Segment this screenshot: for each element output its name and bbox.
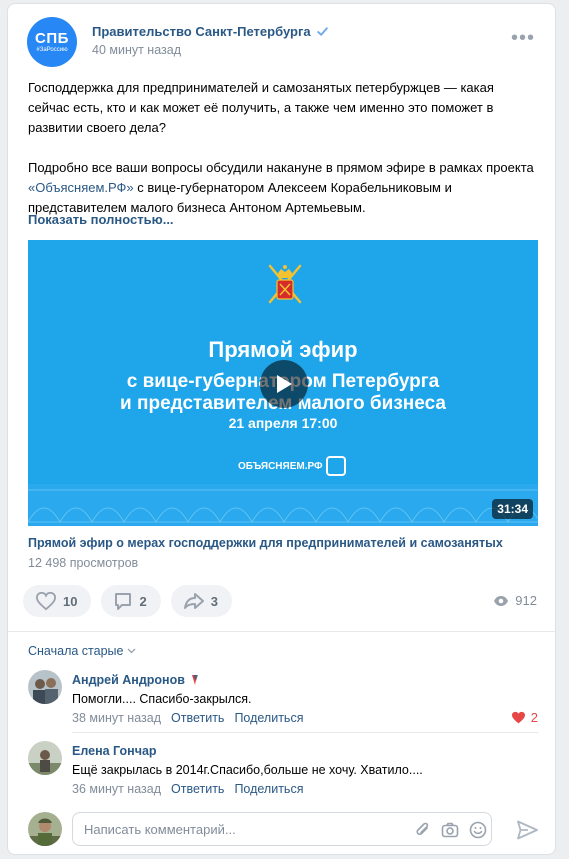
comment-count: 2 <box>139 593 147 609</box>
comment-meta: 38 минут назад Ответить Поделиться <box>72 711 303 725</box>
play-icon <box>277 375 292 393</box>
show-more-link[interactable]: Показать полностью... <box>28 212 174 227</box>
comment-time[interactable]: 38 минут назад <box>72 711 161 725</box>
camera-icon[interactable] <box>441 821 459 839</box>
community-avatar[interactable]: СПБ #ЗаРоссию <box>27 17 77 67</box>
chevron-down-icon <box>128 648 136 654</box>
share-button[interactable]: 3 <box>170 585 232 617</box>
like-button[interactable]: 10 <box>23 585 92 617</box>
share-comment-button[interactable]: Поделиться <box>234 711 303 725</box>
brand-bubble-icon <box>325 456 346 476</box>
comment-button[interactable]: 2 <box>101 585 161 617</box>
heart-icon <box>35 591 57 611</box>
comment-like-count: 2 <box>530 710 538 725</box>
post-time[interactable]: 40 минут назад <box>92 43 181 57</box>
attach-icon[interactable] <box>414 821 432 839</box>
comment-time[interactable]: 36 минут назад <box>72 782 161 796</box>
post-paragraph: Господдержка для предпринимателей и само… <box>28 80 494 135</box>
comment-sort-dropdown[interactable]: Сначала старые <box>28 644 136 658</box>
avatar[interactable] <box>28 670 62 704</box>
heart-filled-icon <box>511 711 525 724</box>
comment: Андрей Андронов Помогли.... Спасибо-закр… <box>28 670 538 730</box>
share-comment-button[interactable]: Поделиться <box>234 782 303 796</box>
avatar[interactable] <box>28 741 62 775</box>
comment-compose <box>28 810 538 846</box>
avatar-hashtag: #ЗаРоссию <box>36 46 68 53</box>
verified-icon <box>316 27 328 36</box>
post-paragraph: Подробно все ваши вопросы обсудили накан… <box>28 160 534 215</box>
badge-icon <box>191 675 198 685</box>
video-player[interactable]: Прямой эфир с вице-губернатором Петербур… <box>28 240 538 526</box>
comment-divider <box>72 732 538 733</box>
video-views: 12 498 просмотров <box>28 556 139 570</box>
spb-emblem-icon <box>268 264 302 304</box>
smile-icon[interactable] <box>469 821 487 839</box>
video-duration: 31:34 <box>492 499 533 519</box>
comment-meta: 36 минут назад Ответить Поделиться <box>72 782 303 796</box>
post-actions: 10 2 3 <box>23 585 232 617</box>
post-views: 912 <box>493 593 537 608</box>
objasnyaem-link[interactable]: «Объясняем.РФ» <box>28 180 134 195</box>
author-name[interactable]: Правительство Санкт-Петербурга <box>92 24 311 39</box>
share-count: 3 <box>210 593 218 609</box>
eye-icon <box>494 595 509 606</box>
comment-icon <box>115 593 132 610</box>
reply-button[interactable]: Ответить <box>171 782 224 796</box>
sort-label: Сначала старые <box>28 644 124 658</box>
comment-text: Помогли.... Спасибо-закрылся. <box>72 692 252 706</box>
avatar-text: СПБ <box>35 29 69 47</box>
comment-text: Ещё закрылась в 2014г.Спасибо,больше не … <box>72 763 423 777</box>
play-button[interactable] <box>260 360 308 408</box>
comment-author-link[interactable]: Елена Гончар <box>72 744 157 758</box>
post-card: СПБ #ЗаРоссию Правительство Санкт-Петерб… <box>7 3 556 855</box>
video-title-link[interactable]: Прямой эфир о мерах господдержки для пре… <box>28 536 503 550</box>
divider <box>8 631 555 632</box>
video-date: 21 апреля 17:00 <box>228 415 338 431</box>
comment-like-button[interactable]: 2 <box>511 710 538 725</box>
bridge-pattern <box>28 484 538 526</box>
my-avatar[interactable] <box>28 812 62 846</box>
video-brand: ОБЪЯСНЯЕМ.РФ <box>238 456 346 476</box>
views-count: 912 <box>515 593 537 608</box>
share-icon <box>183 593 204 609</box>
more-icon[interactable]: ••• <box>511 28 535 48</box>
comment: Елена Гончар Ещё закрылась в 2014г.Спаси… <box>28 741 538 801</box>
comment-author-link[interactable]: Андрей Андронов <box>72 673 199 687</box>
community-name-link[interactable]: Правительство Санкт-Петербурга <box>92 24 329 39</box>
like-count: 10 <box>63 593 78 609</box>
send-icon[interactable] <box>516 820 538 840</box>
reply-button[interactable]: Ответить <box>171 711 224 725</box>
